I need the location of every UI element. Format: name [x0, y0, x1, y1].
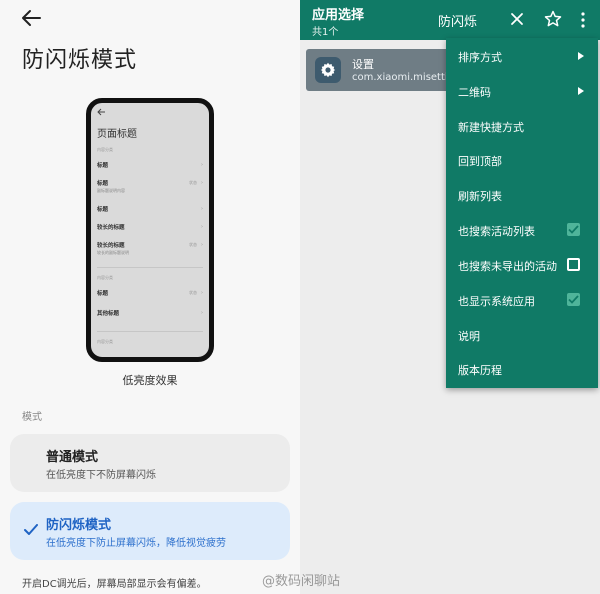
anti-flicker-mode-option[interactable]: 防闪烁模式 在低亮度下防止屏幕闪烁，降低视觉疲劳	[10, 502, 290, 560]
preview-divider	[97, 331, 203, 332]
watermark: @数码闲聊站	[262, 574, 341, 589]
app-bar: 应用选择 共1个 防闪烁	[300, 0, 600, 40]
chevron-right-icon: ›	[201, 310, 203, 316]
preview-category: 内容分类	[97, 275, 113, 280]
menu-item-help[interactable]: 说明	[446, 318, 598, 352]
menu-item-label: 二维码	[458, 86, 491, 99]
preview-category: 内容分类	[97, 147, 113, 152]
search-filter-text[interactable]: 防闪烁	[438, 11, 477, 30]
preview-row-title: 其他标题	[97, 311, 120, 317]
menu-item-label: 说明	[458, 330, 480, 343]
mode-name: 防闪烁模式	[46, 518, 112, 533]
close-icon[interactable]	[510, 12, 524, 26]
dc-dimming-footnote: 开启DC调光后，屏幕局部显示会有偏差。	[22, 579, 207, 590]
menu-item-label: 回到顶部	[458, 155, 502, 168]
menu-item-label: 也显示系统应用	[458, 295, 535, 308]
mode-name: 普通模式	[46, 450, 99, 465]
menu-item-search-activities[interactable]: 也搜索活动列表	[446, 213, 598, 247]
chevron-right-icon: ›	[201, 224, 203, 230]
submenu-arrow-icon	[578, 52, 584, 60]
submenu-arrow-icon	[578, 87, 584, 95]
preview-row-title: 标题	[97, 163, 109, 169]
preview-row-sub: 较长的副标题说明	[97, 250, 129, 255]
mode-description: 在低亮度下防止屏幕闪烁，降低视觉疲劳	[46, 538, 226, 549]
menu-item-label: 版本历程	[458, 364, 502, 377]
preview-row-title: 标题	[97, 207, 109, 213]
star-icon[interactable]	[544, 10, 562, 28]
preview-row-value: 状态	[189, 180, 197, 185]
preview-row: 标题 状态 ›	[97, 289, 203, 297]
preview-row: 较长的标题 较长的副标题说明 状态 ›	[97, 241, 203, 256]
preview-divider	[97, 267, 203, 268]
preview-row-sub: 副标题说明内容	[97, 188, 125, 193]
menu-item-refresh[interactable]: 刷新列表	[446, 178, 598, 212]
chevron-right-icon: ›	[201, 290, 203, 296]
menu-item-search-unexported[interactable]: 也搜索未导出的活动	[446, 248, 598, 282]
menu-item-qrcode[interactable]: 二维码	[446, 74, 598, 108]
mode-description: 在低亮度下不防屏幕闪烁	[46, 470, 156, 481]
preview-row-title: 标题	[97, 181, 109, 187]
app-list-item[interactable]: 设置 com.xiaomi.misettings	[306, 49, 466, 91]
preview-row: 标题 ›	[97, 161, 203, 169]
settings-gear-icon	[315, 57, 341, 83]
menu-item-new-shortcut[interactable]: 新建快捷方式	[446, 109, 598, 143]
back-arrow-icon[interactable]	[20, 8, 42, 28]
preview-title: 页面标题	[97, 129, 137, 140]
preview-row: 较长的标题 ›	[97, 223, 203, 231]
app-picker-panel: 应用选择 共1个 防闪烁 设置 com.xiaomi.misettings 排序…	[300, 0, 600, 594]
menu-item-label: 也搜索未导出的活动	[458, 260, 557, 273]
menu-item-label: 也搜索活动列表	[458, 225, 535, 238]
page-title: 防闪烁模式	[22, 48, 138, 73]
menu-item-label: 排序方式	[458, 51, 502, 64]
section-label: 模式	[22, 412, 42, 423]
preview-row-value: 状态	[189, 242, 197, 247]
chevron-right-icon: ›	[201, 242, 203, 248]
menu-item-label: 刷新列表	[458, 190, 502, 203]
checkbox-checked-icon[interactable]	[567, 293, 580, 306]
chevron-right-icon: ›	[201, 162, 203, 168]
chevron-right-icon: ›	[201, 206, 203, 212]
more-vert-icon[interactable]	[580, 12, 586, 28]
preview-category: 内容分类	[97, 339, 113, 344]
checkbox-checked-icon[interactable]	[567, 223, 580, 236]
preview-row-value: 状态	[189, 290, 197, 295]
preview-row: 标题 副标题说明内容 状态 ›	[97, 179, 203, 194]
menu-item-show-system-apps[interactable]: 也显示系统应用	[446, 283, 598, 317]
appbar-count: 共1个	[312, 27, 339, 38]
preview-back-icon	[97, 108, 105, 116]
anti-flicker-settings-panel: 防闪烁模式 页面标题 内容分类 标题 › 标题 副标题说明内容 状态 › 标题 …	[0, 0, 300, 594]
checkbox-unchecked-icon[interactable]	[567, 258, 580, 271]
effect-caption: 低亮度效果	[122, 374, 178, 387]
preview-row-title: 标题	[97, 291, 109, 297]
overflow-menu: 排序方式 二维码 新建快捷方式 回到顶部 刷新列表 也搜索活动列表 也搜索未导出…	[446, 38, 598, 388]
normal-mode-option[interactable]: 普通模式 在低亮度下不防屏幕闪烁	[10, 434, 290, 492]
menu-item-changelog[interactable]: 版本历程	[446, 352, 598, 386]
menu-item-sort[interactable]: 排序方式	[446, 39, 598, 73]
preview-row: 标题 ›	[97, 205, 203, 213]
check-icon	[24, 524, 38, 535]
app-name: 设置	[352, 58, 374, 71]
phone-preview: 页面标题 内容分类 标题 › 标题 副标题说明内容 状态 › 标题 › 较长的标…	[86, 98, 214, 362]
menu-item-label: 新建快捷方式	[458, 121, 524, 134]
menu-item-scroll-top[interactable]: 回到顶部	[446, 143, 598, 177]
preview-row: 其他标题 ›	[97, 309, 203, 317]
appbar-title: 应用选择	[312, 8, 365, 23]
preview-row-title: 较长的标题	[97, 243, 125, 249]
preview-row-title: 较长的标题	[97, 225, 125, 231]
chevron-right-icon: ›	[201, 180, 203, 186]
